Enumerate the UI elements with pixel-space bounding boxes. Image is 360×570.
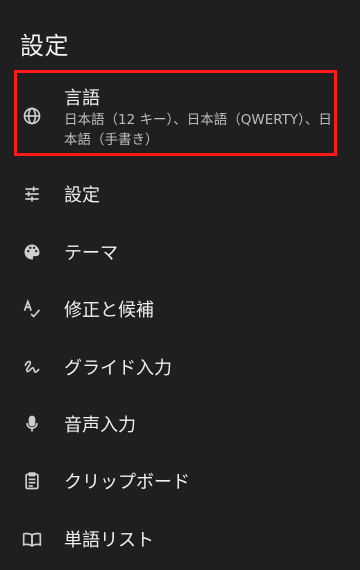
settings-item-label: 音声入力: [64, 415, 136, 436]
settings-item-label: 単語リスト: [64, 530, 154, 551]
settings-item-correction[interactable]: 修正と候補: [0, 281, 360, 337]
sliders-icon: [22, 184, 42, 204]
palette-icon: [22, 242, 42, 262]
highlight-box: [14, 70, 337, 156]
book-icon: [22, 529, 42, 549]
settings-item-label: テーマ: [64, 243, 118, 264]
settings-item-dictionary[interactable]: 単語リスト: [0, 511, 360, 567]
settings-item-label: 修正と候補: [64, 300, 154, 321]
settings-item-theme[interactable]: テーマ: [0, 224, 360, 280]
microphone-icon: [22, 414, 42, 434]
settings-item-clipboard[interactable]: クリップボード: [0, 453, 360, 509]
settings-item-label: グライド入力: [64, 358, 172, 379]
settings-item-preferences[interactable]: 設定: [0, 166, 360, 222]
gesture-icon: [22, 357, 42, 377]
spellcheck-icon: [22, 299, 42, 319]
clipboard-icon: [22, 471, 42, 491]
settings-item-label: クリップボード: [64, 472, 190, 493]
settings-item-glide[interactable]: グライド入力: [0, 339, 360, 395]
page-title: 設定: [20, 32, 69, 60]
settings-item-voice[interactable]: 音声入力: [0, 396, 360, 452]
settings-item-label: 設定: [64, 185, 100, 206]
